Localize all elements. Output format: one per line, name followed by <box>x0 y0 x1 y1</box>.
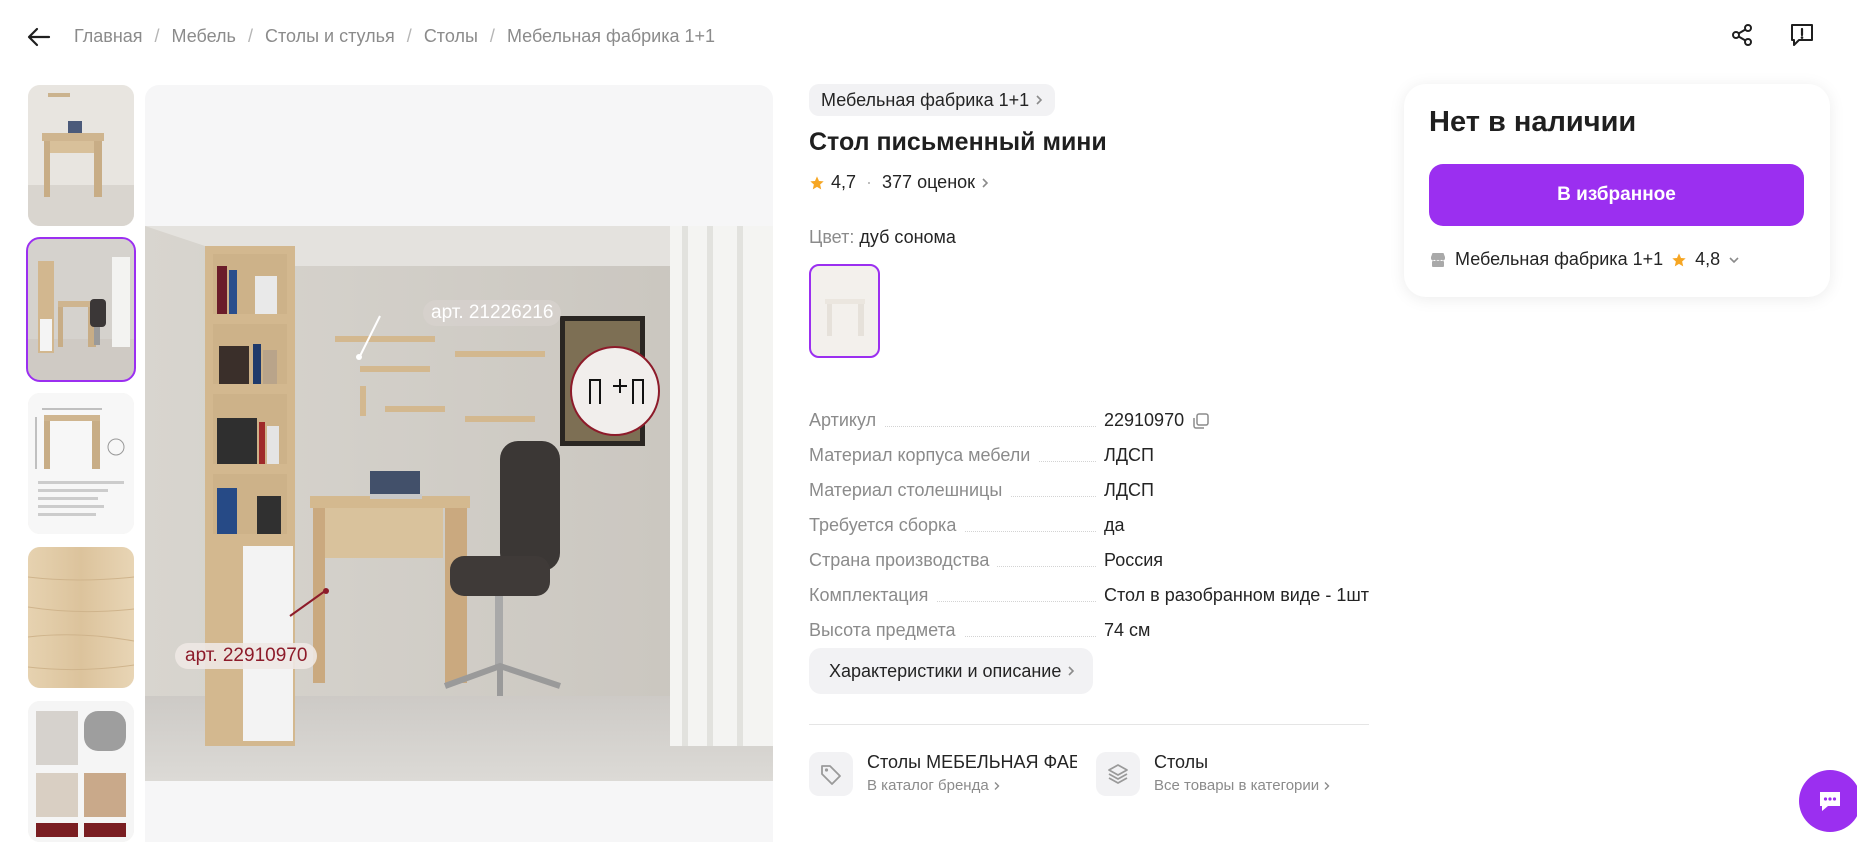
spec-row: Страна производства Россия <box>809 536 1369 571</box>
specs-description-label: Характеристики и описание <box>829 660 1062 681</box>
thumbnail[interactable] <box>28 85 134 226</box>
category-link: Все товары в категории <box>1154 777 1320 794</box>
chat-button[interactable] <box>1799 770 1857 832</box>
category-title: Столы <box>1154 752 1209 772</box>
spec-value: 74 см <box>1104 620 1151 640</box>
chevron-right-icon <box>1068 666 1075 676</box>
spec-row: Материал корпуса мебели ЛДСП <box>809 431 1369 466</box>
spec-row: Высота предмета 74 см <box>809 606 1369 641</box>
spec-value: ЛДСП <box>1104 480 1154 500</box>
spec-row: Комплектация Стол в разобранном виде - 1… <box>809 571 1369 606</box>
article-tag-desk: арт. 22910970 <box>175 643 318 669</box>
spec-key: Артикул <box>809 410 885 431</box>
thumbnail[interactable] <box>28 393 134 534</box>
breadcrumb-separator: / <box>247 26 253 46</box>
texture-thumbnail <box>28 547 134 688</box>
tag-icon <box>821 765 841 785</box>
seller-name: Мебельная фабрика 1+1 <box>1455 249 1664 269</box>
breadcrumb-separator: / <box>406 26 412 46</box>
layers-icon <box>1108 764 1128 784</box>
thumbnail[interactable] <box>28 547 134 688</box>
spec-key: Страна производства <box>809 550 998 571</box>
product-title: Стол письменный мини <box>809 128 1107 156</box>
reviews-count[interactable]: 377 оценок <box>882 172 975 193</box>
color-info: Цвет: дуб сонома <box>809 227 956 248</box>
seller-rating: 4,8 <box>1695 249 1721 269</box>
spec-key: Требуется сборка <box>809 515 965 536</box>
desk-photo-thumbnail <box>28 85 134 226</box>
availability-status: Нет в наличии <box>1429 106 1637 138</box>
brand-chip[interactable]: Мебельная фабрика 1+1 <box>809 84 1056 116</box>
color-swatch-selected[interactable] <box>809 264 880 358</box>
spec-key: Комплектация <box>809 585 937 606</box>
spec-key: Материал корпуса мебели <box>809 445 1039 466</box>
spec-key: Материал столешницы <box>809 480 1011 501</box>
divider <box>809 724 1369 725</box>
star-icon <box>1672 252 1686 266</box>
rating-value: 4,7 <box>831 172 857 192</box>
color-label: Цвет: <box>809 227 855 247</box>
add-to-favorites-button[interactable]: В избранное <box>1429 164 1804 226</box>
breadcrumb-tables[interactable]: Столы <box>424 26 478 47</box>
dimensions-thumbnail <box>28 393 134 534</box>
report-button[interactable] <box>1787 20 1817 50</box>
chevron-right-icon <box>994 781 1000 790</box>
spec-value: Россия <box>1104 550 1164 570</box>
share-icon <box>1732 24 1752 46</box>
color-value: дуб сонома <box>859 227 956 247</box>
spec-value: ЛДСП <box>1104 445 1154 465</box>
spec-list: Артикул 22910970 Материал корпуса мебели… <box>809 396 1369 641</box>
back-button[interactable] <box>24 22 54 52</box>
brand-chip-label: Мебельная фабрика 1+1 <box>821 89 1030 110</box>
share-button[interactable] <box>1727 20 1757 50</box>
category-link-card[interactable]: Столы Все товары в категории <box>1096 752 1330 796</box>
main-product-image[interactable]: арт. 21226216 арт. 22910970 <box>145 85 773 842</box>
breadcrumb: Главная / Мебель / Столы и стулья / Стол… <box>74 26 715 47</box>
tag-icon-box <box>809 752 853 796</box>
arrow-left-icon <box>27 27 51 47</box>
star-icon <box>810 175 824 189</box>
spec-key: Высота предмета <box>809 620 964 641</box>
variants-thumbnail <box>28 701 134 842</box>
spec-value: 22910970 <box>1104 410 1185 430</box>
category-link: В каталог бренда <box>867 777 989 794</box>
breadcrumb-separator: / <box>489 26 495 46</box>
spec-row: Материал столешницы ЛДСП <box>809 466 1369 501</box>
desk-swatch-image <box>816 271 873 351</box>
room-photo-thumbnail <box>28 239 134 380</box>
spec-row: Требуется сборка да <box>809 501 1369 536</box>
separator-dot: · <box>866 172 873 192</box>
thumbnail-list <box>26 85 136 842</box>
breadcrumb-brand[interactable]: Мебельная фабрика 1+1 <box>507 26 715 47</box>
breadcrumb-furniture[interactable]: Мебель <box>172 26 236 47</box>
specs-description-button[interactable]: Характеристики и описание <box>809 648 1094 694</box>
category-title: Столы МЕБЕЛЬНАЯ ФАБРИ <box>867 752 1077 772</box>
shop-icon <box>1431 252 1445 267</box>
chevron-down-icon <box>1729 256 1739 263</box>
chevron-right-icon <box>982 177 989 188</box>
layers-icon-box <box>1096 752 1140 796</box>
spec-value: Стол в разобранном виде - 1шт <box>1103 585 1370 605</box>
spec-row: Артикул 22910970 <box>809 396 1369 431</box>
breadcrumb-home[interactable]: Главная <box>74 26 143 47</box>
chat-icon <box>1820 792 1840 811</box>
article-tag-shelf: арт. 21226216 <box>423 300 562 326</box>
feedback-icon <box>1791 24 1813 46</box>
breadcrumb-tables-chairs[interactable]: Столы и стулья <box>265 26 395 47</box>
rating-summary[interactable]: 4,7 · 377 оценок <box>809 172 989 193</box>
chevron-right-icon <box>1036 95 1043 105</box>
brand-catalog-link[interactable]: Столы МЕБЕЛЬНАЯ ФАБРИ В каталог бренда <box>809 752 1084 796</box>
buy-box: Нет в наличии В избранное Мебельная фабр… <box>1404 84 1830 297</box>
copy-icon[interactable] <box>1192 412 1210 430</box>
thumbnail[interactable] <box>28 701 134 842</box>
breadcrumb-separator: / <box>154 26 160 46</box>
thumbnail[interactable] <box>26 237 136 382</box>
seller-info[interactable]: Мебельная фабрика 1+1 4,8 <box>1429 249 1740 270</box>
chevron-right-icon <box>1324 781 1330 790</box>
spec-value: да <box>1104 515 1125 535</box>
